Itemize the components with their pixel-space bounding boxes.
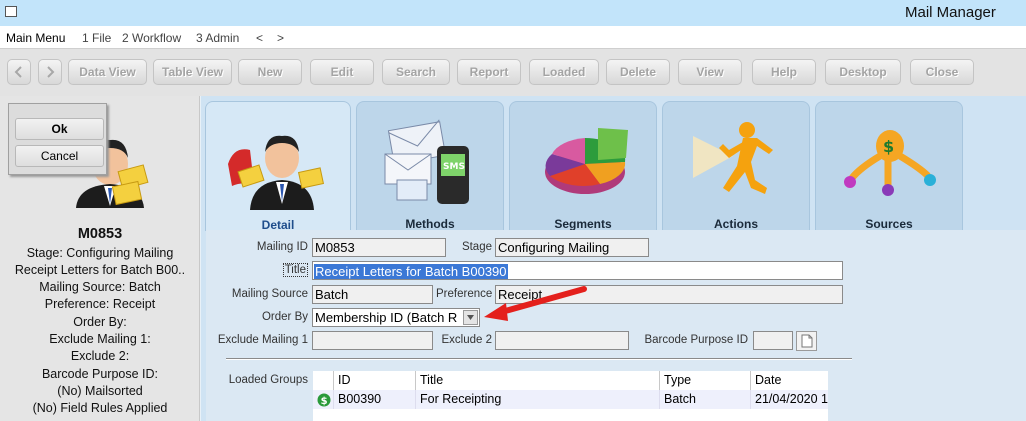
help-button[interactable]: Help <box>752 59 816 85</box>
column-header[interactable]: ID <box>334 371 416 390</box>
row-status-cell: $ <box>313 390 334 409</box>
summary-line: Order By: <box>73 315 127 329</box>
title-bar: Mail Manager <box>0 0 1026 26</box>
back-button[interactable] <box>7 59 31 85</box>
person-mail-icon <box>228 135 325 210</box>
summary-line: (No) Field Rules Applied <box>32 401 168 415</box>
exclude-2-field[interactable] <box>495 331 629 350</box>
window-title: Mail Manager <box>905 4 996 21</box>
row-id-cell: B00390 <box>334 390 416 409</box>
order-by-label: Order By <box>261 311 308 323</box>
menu-admin[interactable]: 3 Admin <box>196 31 239 45</box>
row-type-cell: Batch <box>660 390 751 409</box>
summary-line: Barcode Purpose ID: <box>41 367 159 381</box>
window-icon[interactable] <box>5 6 17 17</box>
new-button[interactable]: New <box>238 59 302 85</box>
summary-line: Exclude 2: <box>70 349 130 363</box>
search-button[interactable]: Search <box>382 59 450 85</box>
pie-chart-icon <box>545 128 628 194</box>
view-button[interactable]: View <box>678 59 742 85</box>
table-view-button[interactable]: Table View <box>153 59 232 85</box>
tab-actions[interactable]: Actions <box>662 101 810 231</box>
row-date-cell: 21/04/2020 1 <box>751 390 828 409</box>
ok-button[interactable]: Ok <box>15 118 104 140</box>
column-header[interactable] <box>313 371 334 390</box>
chevron-down-icon[interactable] <box>463 310 478 325</box>
summary-line: Receipt Letters for Batch B00.. <box>14 263 186 277</box>
green-dollar-icon: $ <box>317 393 331 407</box>
desktop-button[interactable]: Desktop <box>825 59 901 85</box>
source-field[interactable]: Batch <box>312 285 433 304</box>
menu-forward[interactable]: > <box>277 31 284 45</box>
source-label: Mailing Source <box>231 288 308 300</box>
summary-line: Exclude Mailing 1: <box>49 332 151 346</box>
svg-text:$: $ <box>321 396 328 407</box>
running-man-icon <box>693 122 773 194</box>
chevron-right-icon <box>47 66 55 78</box>
ok-cancel-panel: Ok Cancel <box>8 103 107 175</box>
loaded-groups-table: ID Title Type Date $ B00390 For Receipti… <box>313 371 828 421</box>
close-button[interactable]: Close <box>910 59 974 85</box>
summary-line: (No) Mailsorted <box>57 384 143 398</box>
column-header[interactable]: Date <box>751 371 828 390</box>
exclude-mailing-1-label: Exclude Mailing 1 <box>217 334 308 346</box>
cancel-button[interactable]: Cancel <box>15 145 104 167</box>
row-title-cell: For Receipting <box>416 390 660 409</box>
exclude-mailing-1-field[interactable] <box>312 331 433 350</box>
stage-field[interactable]: Configuring Mailing <box>495 238 649 257</box>
tab-label: Actions <box>713 217 758 231</box>
title-field[interactable]: Receipt Letters for Batch B00390 <box>312 261 843 280</box>
summary-line: Stage: Configuring Mailing <box>26 246 174 260</box>
menu-bar: Main Menu 1 File 2 Workflow 3 Admin < > <box>0 26 1026 48</box>
money-bag-icon: $ <box>844 130 936 196</box>
tab-methods[interactable]: SMS Methods <box>356 101 504 231</box>
svg-text:SMS: SMS <box>443 162 465 172</box>
mailing-id-label: Mailing ID <box>256 241 308 253</box>
title-label: Title <box>230 263 308 277</box>
title-selection: Receipt Letters for Batch B00390 <box>314 264 508 279</box>
tab-sources[interactable]: $ Sources <box>815 101 963 231</box>
order-by-select[interactable]: Membership ID (Batch R <box>312 308 480 327</box>
menu-file[interactable]: 1 File <box>82 31 111 45</box>
loaded-groups-label: Loaded Groups <box>228 374 308 386</box>
data-view-button[interactable]: Data View <box>68 59 147 85</box>
tab-detail[interactable]: Detail <box>205 101 351 232</box>
column-header[interactable]: Type <box>660 371 751 390</box>
delete-button[interactable]: Delete <box>606 59 670 85</box>
tab-segments[interactable]: Segments <box>509 101 657 231</box>
divider <box>226 358 852 360</box>
summary-code: M0853 <box>77 226 123 242</box>
toolbar: Data View Table View New Edit Search Rep… <box>0 48 1026 96</box>
barcode-purpose-field[interactable] <box>753 331 793 350</box>
summary-line: Mailing Source: Batch <box>39 280 161 294</box>
loaded-button[interactable]: Loaded <box>529 59 599 85</box>
tab-label: Methods <box>405 217 455 231</box>
forward-button[interactable] <box>38 59 62 85</box>
chevron-left-icon <box>14 66 22 78</box>
column-header[interactable]: Title <box>416 371 660 390</box>
mailing-id-field[interactable]: M0853 <box>312 238 446 257</box>
order-by-value: Membership ID (Batch R <box>315 310 458 325</box>
menu-back[interactable]: < <box>256 31 263 45</box>
tab-label: Sources <box>865 217 913 231</box>
tab-label: Segments <box>554 217 612 231</box>
stage-label: Stage <box>461 241 492 253</box>
summary-line: Preference: Receipt <box>44 297 156 311</box>
barcode-purpose-label: Barcode Purpose ID <box>644 334 748 346</box>
menu-workflow[interactable]: 2 Workflow <box>122 31 181 45</box>
menu-main[interactable]: Main Menu <box>6 31 65 45</box>
svg-text:$: $ <box>883 137 894 156</box>
lookup-icon[interactable] <box>796 331 817 351</box>
title-label-text: Title <box>282 263 308 277</box>
report-button[interactable]: Report <box>457 59 521 85</box>
email-sms-icon: SMS <box>384 119 469 204</box>
exclude-2-label: Exclude 2 <box>441 334 492 346</box>
edit-button[interactable]: Edit <box>310 59 374 85</box>
red-arrow-annotation <box>484 286 587 321</box>
